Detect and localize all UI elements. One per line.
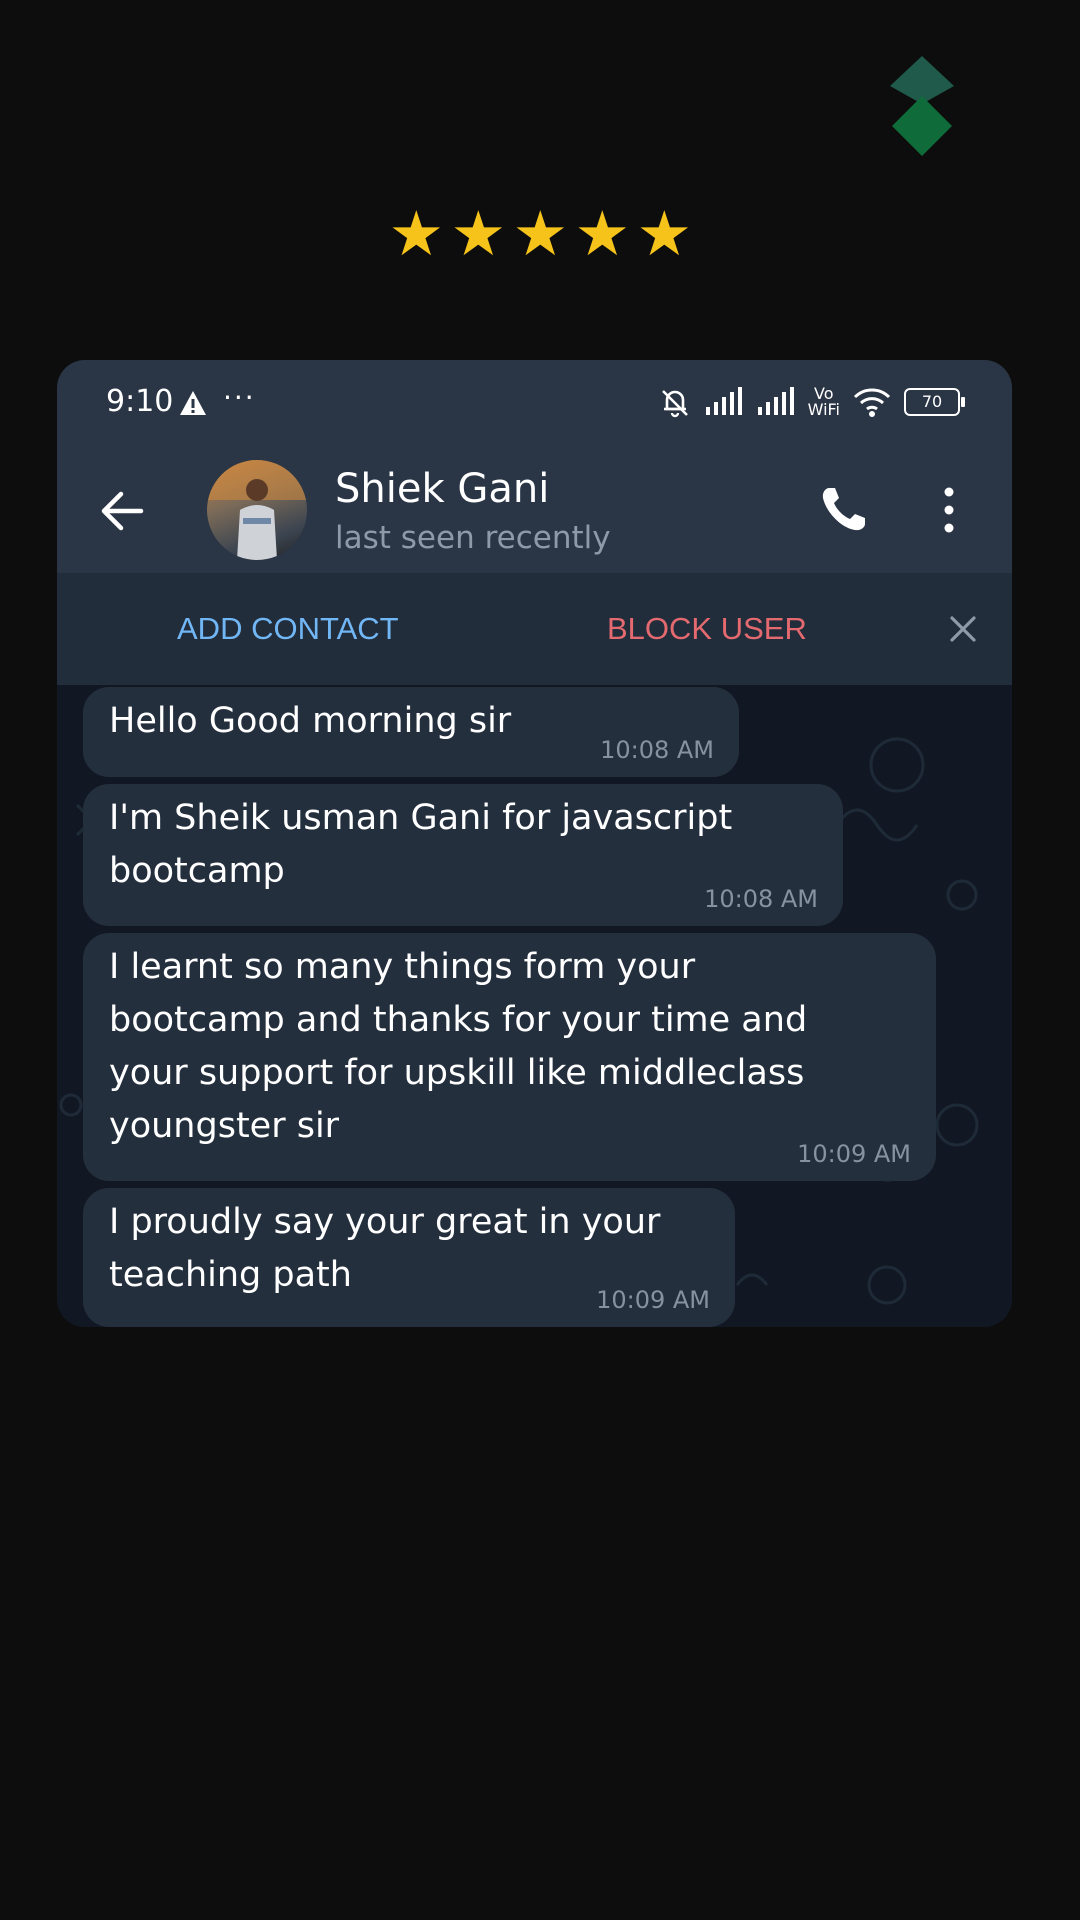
rating-stars: ★ ★ ★ ★ ★ (0, 198, 1080, 270)
message-text: I learnt so many things form your bootca… (109, 947, 808, 1146)
star-icon: ★ (388, 197, 445, 270)
warning-icon (180, 391, 206, 415)
message-time: 10:08 AM (600, 736, 714, 764)
message-bubble[interactable]: I'm Sheik usman Gani for javascript boot… (83, 784, 843, 926)
silent-bell-icon (661, 390, 688, 418)
contact-name[interactable]: Shiek Gani (335, 464, 549, 514)
close-icon[interactable] (949, 615, 977, 643)
message-text: I'm Sheik usman Gani for javascript boot… (109, 798, 733, 891)
contact-action-bar: ADD CONTACT BLOCK USER (57, 573, 1012, 685)
message-time: 10:09 AM (596, 1286, 710, 1314)
star-icon: ★ (450, 197, 507, 270)
star-icon: ★ (636, 197, 693, 270)
brand-logo-icon (890, 56, 954, 156)
signal-icon (757, 387, 794, 415)
contact-status: last seen recently (335, 520, 611, 556)
avatar[interactable] (207, 460, 307, 560)
vowifi-indicator: Vo WiFi (807, 384, 840, 419)
chat-screenshot-card: 9:10 ··· Vo WiFi 70 Shiek Gani last seen… (57, 360, 1012, 1327)
message-bubble[interactable]: Hello Good morning sir 10:08 AM (83, 687, 739, 777)
message-time: 10:08 AM (704, 885, 818, 913)
avatar-photo (207, 460, 307, 560)
status-time: 9:10 (106, 384, 174, 419)
status-icons: Vo WiFi 70 (658, 382, 965, 422)
add-contact-button[interactable]: ADD CONTACT (177, 609, 399, 649)
star-icon: ★ (574, 197, 631, 270)
message-bubble[interactable]: I learnt so many things form your bootca… (83, 933, 936, 1181)
message-bubble[interactable]: I proudly say your great in your teachin… (83, 1188, 735, 1327)
star-icon: ★ (512, 197, 569, 270)
signal-icon (705, 387, 742, 415)
wifi-icon (853, 388, 891, 417)
battery-indicator: 70 (904, 388, 965, 416)
phone-icon[interactable] (817, 484, 869, 536)
block-user-button[interactable]: BLOCK USER (607, 609, 807, 649)
chat-messages-area[interactable]: Hello Good morning sir 10:08 AM I'm Shei… (57, 685, 1012, 1327)
chat-header: Shiek Gani last seen recently (57, 448, 1012, 573)
more-vertical-icon[interactable] (937, 484, 961, 536)
more-notifications-indicator: ··· (223, 381, 256, 414)
back-arrow-icon[interactable] (97, 486, 147, 536)
message-time: 10:09 AM (797, 1140, 911, 1168)
status-bar: 9:10 ··· Vo WiFi 70 (57, 360, 1012, 448)
